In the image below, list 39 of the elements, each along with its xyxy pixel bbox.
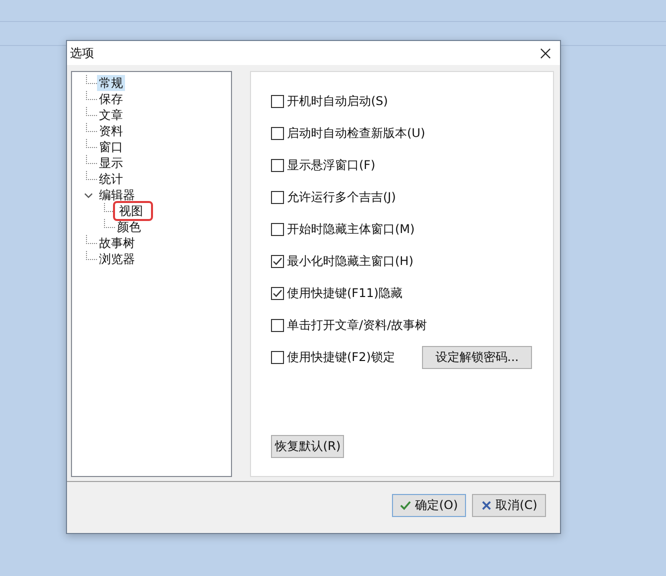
checkbox-label[interactable]: 允许运行多个吉吉(J) — [287, 188, 396, 206]
tree-item[interactable]: 编辑器 — [97, 187, 137, 203]
checkbox[interactable] — [271, 222, 284, 236]
checkbox[interactable] — [271, 126, 284, 140]
tree-item[interactable]: 统计 — [97, 171, 125, 187]
ok-button[interactable]: 确定(O) — [392, 494, 466, 517]
tree-item[interactable]: 故事树 — [97, 235, 137, 251]
tree-item[interactable]: 窗口 — [97, 139, 125, 155]
checkbox[interactable] — [271, 254, 284, 268]
checkbox[interactable] — [271, 318, 284, 332]
close-icon[interactable] — [540, 48, 551, 58]
checkbox[interactable] — [271, 190, 284, 204]
checkbox-label[interactable]: 使用快捷键(F2)锁定 — [287, 348, 395, 366]
tree-item[interactable]: 文章 — [97, 107, 125, 123]
checkbox[interactable] — [271, 286, 284, 300]
tree-item[interactable]: 显示 — [97, 155, 125, 171]
tree-item[interactable]: 浏览器 — [97, 251, 137, 267]
collapse-chevron-icon[interactable] — [84, 190, 93, 200]
checkbox-label[interactable]: 开机时自动启动(S) — [287, 92, 388, 110]
window-title: 选项 — [70, 44, 94, 62]
checkbox-label[interactable]: 开始时隐藏主体窗口(M) — [287, 220, 415, 238]
checkbox[interactable] — [271, 94, 284, 108]
checkbox[interactable] — [271, 158, 284, 172]
checkbox[interactable] — [271, 350, 284, 364]
checkmark-icon — [400, 500, 412, 511]
checkbox-label[interactable]: 使用快捷键(F11)隐藏 — [287, 284, 403, 302]
tree-item[interactable]: 视图 — [115, 203, 151, 219]
tree-item[interactable]: 颜色 — [115, 219, 143, 235]
checkbox-label[interactable]: 最小化时隐藏主窗口(H) — [287, 252, 414, 270]
tree-item[interactable]: 保存 — [97, 91, 125, 107]
checkbox-label[interactable]: 单击打开文章/资料/故事树 — [287, 316, 428, 334]
tree-item[interactable]: 资料 — [97, 123, 125, 139]
set-password-button[interactable]: 设定解锁密码... — [422, 346, 532, 368]
checkbox-label[interactable]: 启动时自动检查新版本(U) — [287, 124, 426, 142]
cancel-button[interactable]: 取消(C) — [472, 494, 546, 517]
tree-item[interactable]: 常规 — [97, 75, 125, 91]
cross-icon — [480, 500, 492, 511]
reset-defaults-button[interactable]: 恢复默认(R) — [271, 435, 344, 458]
checkbox-label[interactable]: 显示悬浮窗口(F) — [287, 156, 376, 174]
